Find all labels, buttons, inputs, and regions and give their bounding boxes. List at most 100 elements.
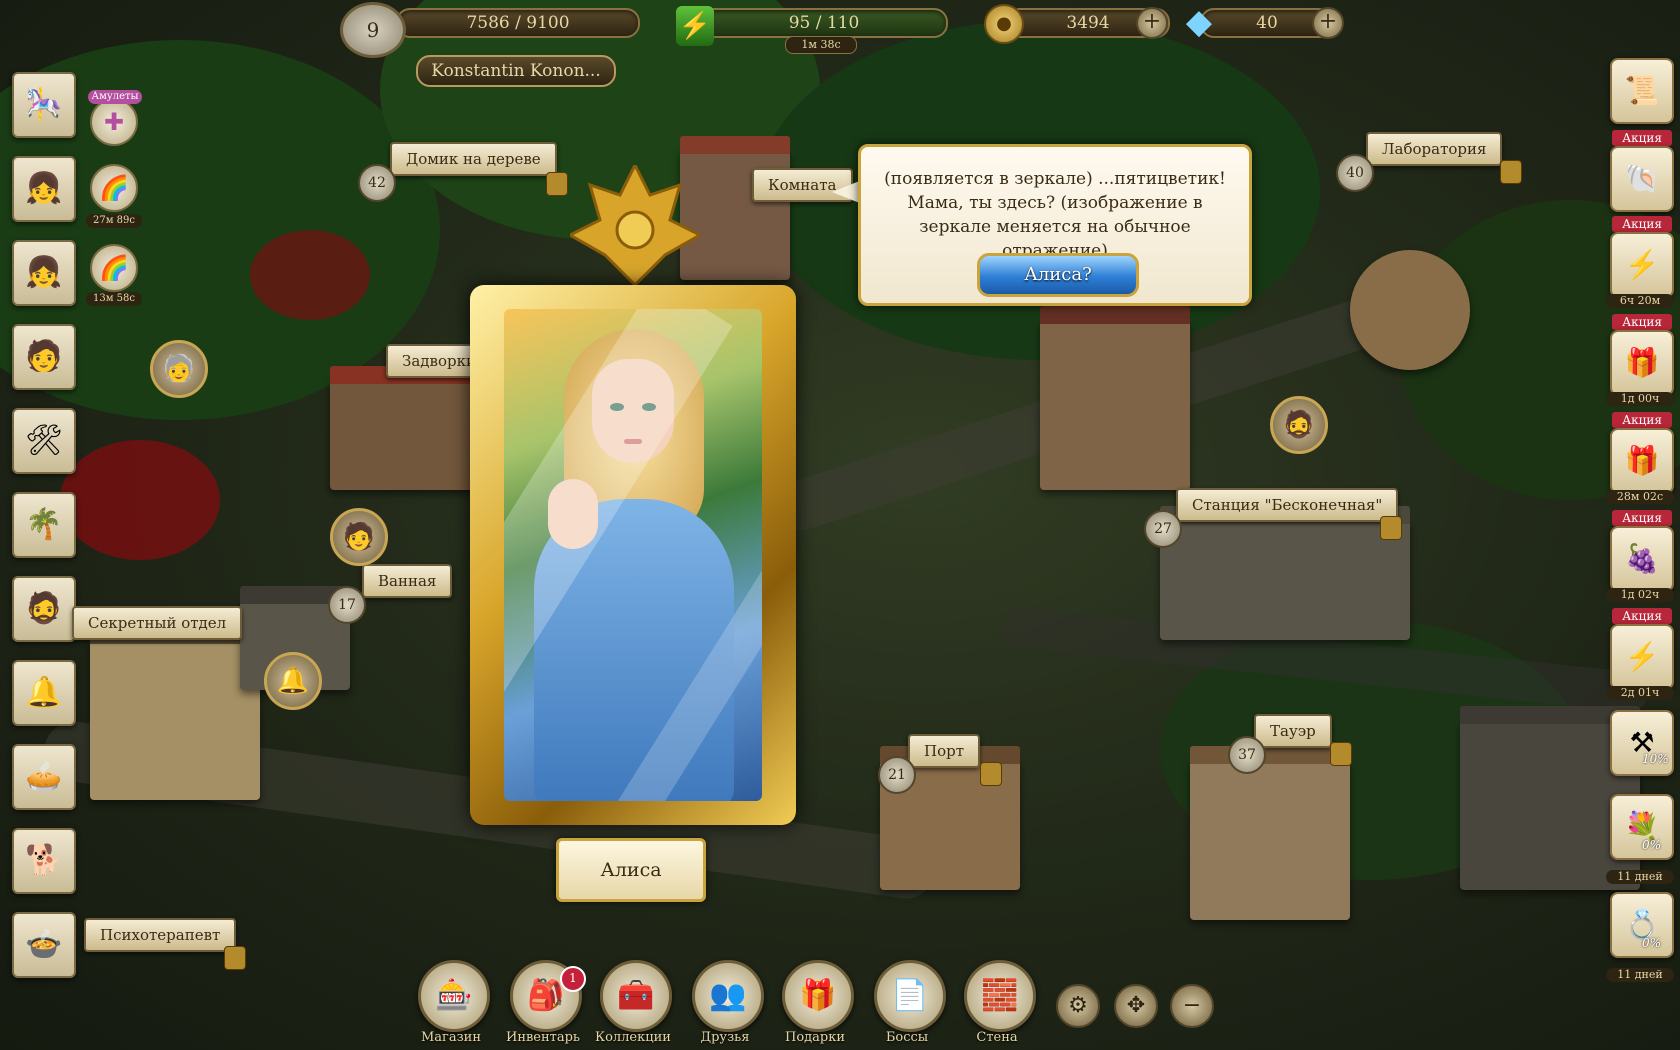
nav-label-shop: Магазин xyxy=(420,1030,482,1045)
location-station[interactable]: Станция "Бесконечная" xyxy=(1176,488,1399,522)
location-backyard-label: Задворки xyxy=(402,352,476,370)
sidebar-item-tools[interactable]: 🛠 xyxy=(12,408,76,474)
lightning-icon: ⚡ xyxy=(676,6,714,46)
npc-portrait[interactable]: 🧓 xyxy=(150,340,208,398)
right-item-tools[interactable]: ⚒ xyxy=(1610,710,1674,776)
npc-portrait[interactable]: 🧑 xyxy=(330,508,388,566)
boost-timer-2: 13м 58с xyxy=(86,292,142,306)
bosses-icon[interactable]: 📄 xyxy=(874,960,946,1032)
sidebar-item-pie[interactable]: 🥧 xyxy=(12,744,76,810)
promo-timer-3: 1д 00ч xyxy=(1606,392,1674,406)
top-bar: 7586 / 9100 9 95 / 110 ⚡ 1м 38с 3494 ● +… xyxy=(0,0,1680,58)
amulet-button[interactable]: ✚ xyxy=(90,98,138,146)
wall-icon[interactable]: 🧱 xyxy=(964,960,1036,1032)
sidebar-item-dog[interactable]: 🐕 xyxy=(12,828,76,894)
sidebar-item-island[interactable]: 🌴 xyxy=(12,492,76,558)
location-bathroom[interactable]: Ванная xyxy=(362,564,453,598)
location-psychotherapist-label: Психотерапевт xyxy=(100,926,221,944)
coin-value: 3494 xyxy=(1066,13,1110,33)
promo-badge: Акция xyxy=(1612,510,1672,526)
sidebar-item-character-1[interactable]: 👧 xyxy=(12,156,76,222)
npc-portrait[interactable]: 🧔 xyxy=(1270,396,1328,454)
sidebar-item-event[interactable]: 🎠 xyxy=(12,72,76,138)
mirror-crest xyxy=(570,165,700,285)
level-badge-laboratory: 40 xyxy=(1336,154,1374,192)
promo-item-6[interactable]: ⚡ xyxy=(1610,624,1674,690)
promo-item-4[interactable]: 🎁 xyxy=(1610,428,1674,494)
diamond-icon: ◆ xyxy=(1185,2,1213,42)
location-tower-label: Тауэр xyxy=(1270,722,1316,740)
location-treehouse[interactable]: Домик на дереве xyxy=(390,142,557,176)
promo-timer-6: 2д 01ч xyxy=(1606,686,1674,700)
nav-label-gifts: Подарки xyxy=(784,1030,846,1045)
right-item-quests[interactable]: 📜 xyxy=(1610,58,1674,124)
rainbow-boost-1[interactable]: 🌈 xyxy=(90,164,138,212)
location-port-label: Порт xyxy=(924,742,965,760)
sidebar-item-character-2[interactable]: 👧 xyxy=(12,240,76,306)
energy-timer: 1м 38с xyxy=(785,36,857,54)
dialog-answer-button[interactable]: Алиса? xyxy=(977,253,1139,297)
add-gems-button[interactable]: + xyxy=(1312,7,1344,39)
location-secret-dept[interactable]: Секретный отдел xyxy=(72,606,243,640)
rainbow-boost-2[interactable]: 🌈 xyxy=(90,244,138,292)
location-psychotherapist[interactable]: Психотерапевт xyxy=(84,918,237,952)
sidebar-item-food[interactable]: 🍲 xyxy=(12,912,76,978)
location-room-label: Комната xyxy=(768,176,837,194)
level-badge[interactable]: 9 xyxy=(340,2,406,58)
lock-icon xyxy=(546,172,568,196)
collections-icon[interactable]: 🧰 xyxy=(600,960,672,1032)
location-tower[interactable]: Тауэр xyxy=(1254,714,1332,748)
lock-icon xyxy=(1500,160,1522,184)
zoom-out-icon[interactable]: − xyxy=(1170,984,1214,1028)
location-port[interactable]: Порт xyxy=(908,734,981,768)
sidebar-item-character-4[interactable]: 🧔 xyxy=(12,576,76,642)
level-badge-bathroom: 17 xyxy=(328,586,366,624)
lock-icon xyxy=(224,946,246,970)
level-badge-station: 27 xyxy=(1144,510,1182,548)
energy-bar: 95 / 110 xyxy=(700,8,948,38)
mirror-portrait xyxy=(504,309,762,801)
amulets-label: Амулеты xyxy=(88,90,142,104)
location-laboratory[interactable]: Лаборатория xyxy=(1366,132,1503,166)
promo-item-1[interactable]: 🐚 xyxy=(1610,146,1674,212)
promo-timer-5: 1д 02ч xyxy=(1606,588,1674,602)
nav-label-bosses: Боссы xyxy=(885,1030,929,1045)
boost-timer-1: 27м 89с xyxy=(86,214,142,228)
player-name[interactable]: Konstantin Konon... xyxy=(416,55,616,87)
promo-timer-2: 6ч 20м xyxy=(1606,294,1674,308)
xp-bar: 7586 / 9100 xyxy=(396,8,640,38)
lock-icon xyxy=(980,762,1002,786)
gifts-icon[interactable]: 🎁 xyxy=(782,960,854,1032)
energy-value: 95 / 110 xyxy=(788,13,860,33)
sidebar-item-bell[interactable]: 🔔 xyxy=(12,660,76,726)
add-coins-button[interactable]: + xyxy=(1136,7,1168,39)
friends-icon[interactable]: 👥 xyxy=(692,960,764,1032)
inventory-notification-badge: 1 xyxy=(560,966,586,992)
flowers-percent: 0% xyxy=(1642,838,1662,852)
promo-badge: Акция xyxy=(1612,412,1672,428)
location-station-label: Станция "Бесконечная" xyxy=(1192,496,1383,514)
promo-badge: Акция xyxy=(1612,216,1672,232)
fullscreen-icon[interactable]: ✥ xyxy=(1114,984,1158,1028)
nav-label-inventory: Инвентарь xyxy=(505,1030,581,1045)
nav-label-friends: Друзья xyxy=(700,1030,750,1045)
lock-icon xyxy=(1330,742,1352,766)
character-name-plate: Алиса xyxy=(556,838,706,902)
settings-gear-icon[interactable]: ⚙ xyxy=(1056,984,1100,1028)
tools-percent: 10% xyxy=(1642,752,1669,766)
coin-icon: ● xyxy=(984,4,1024,44)
sidebar-item-character-3[interactable]: 🧑 xyxy=(12,324,76,390)
promo-item-2[interactable]: ⚡ xyxy=(1610,232,1674,298)
promo-badge: Акция xyxy=(1612,314,1672,330)
shop-icon[interactable]: 🎰 xyxy=(418,960,490,1032)
jewel-percent: 0% xyxy=(1642,936,1662,950)
level-badge-tower: 37 xyxy=(1228,736,1266,774)
lock-icon xyxy=(1380,516,1402,540)
location-secret-dept-label: Секретный отдел xyxy=(88,614,227,632)
promo-item-5[interactable]: 🍇 xyxy=(1610,526,1674,592)
promo-badge: Акция xyxy=(1612,130,1672,146)
promo-item-3[interactable]: 🎁 xyxy=(1610,330,1674,396)
promo-timer-4: 28м 02с xyxy=(1606,490,1674,504)
gem-value: 40 xyxy=(1256,13,1278,33)
npc-portrait[interactable]: 🔔 xyxy=(264,652,322,710)
